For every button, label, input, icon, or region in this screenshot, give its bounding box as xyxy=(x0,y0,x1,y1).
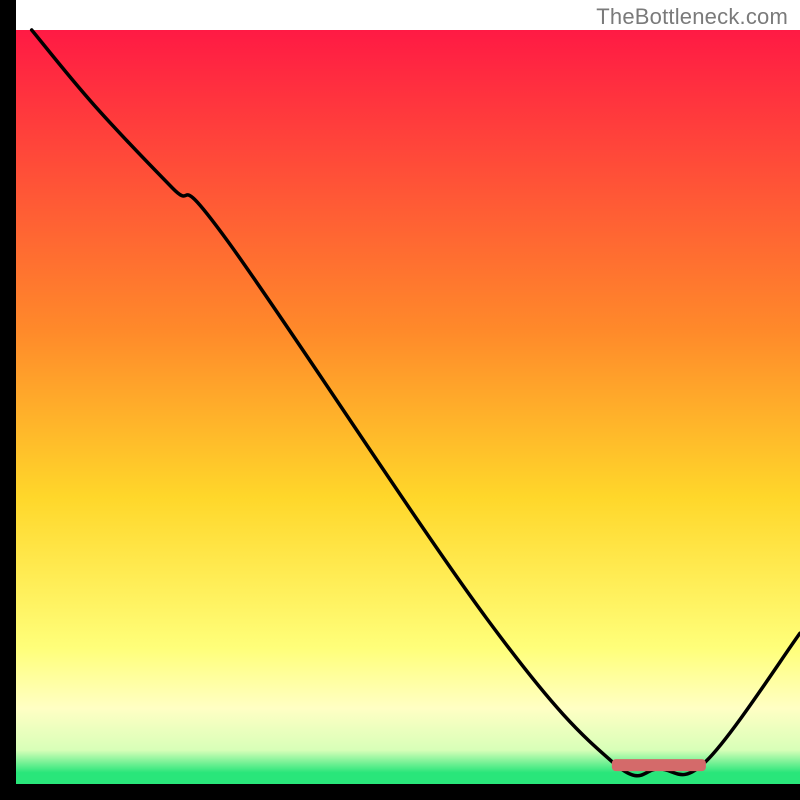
optimum-range-bar xyxy=(612,759,706,771)
chart-frame xyxy=(0,0,800,800)
axis-left xyxy=(0,0,16,800)
watermark-text: TheBottleneck.com xyxy=(596,4,788,30)
axis-bottom xyxy=(0,784,800,800)
bottleneck-chart xyxy=(0,0,800,800)
plot-background xyxy=(16,30,800,784)
